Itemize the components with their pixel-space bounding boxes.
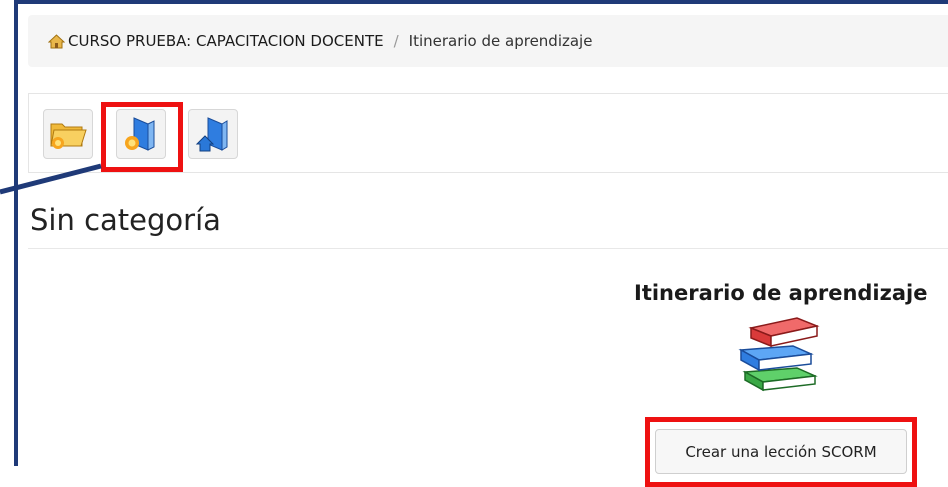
home-icon[interactable] bbox=[48, 33, 65, 49]
new-folder-button[interactable] bbox=[43, 109, 93, 159]
module-title: Itinerario de aprendizaje bbox=[634, 281, 928, 305]
breadcrumb-separator: / bbox=[393, 32, 399, 50]
breadcrumb-current: Itinerario de aprendizaje bbox=[408, 32, 593, 50]
import-page-button[interactable] bbox=[188, 109, 238, 159]
new-page-button[interactable] bbox=[116, 109, 166, 159]
toolbar bbox=[28, 93, 948, 173]
divider bbox=[28, 248, 948, 249]
books-icon bbox=[738, 317, 820, 392]
category-title: Sin categoría bbox=[30, 203, 221, 237]
breadcrumb: CURSO PRUEBA: CAPACITACION DOCENTE / Iti… bbox=[28, 15, 948, 67]
import-page-icon bbox=[195, 117, 228, 152]
new-page-icon bbox=[125, 117, 155, 151]
create-scorm-button[interactable]: Crear una lección SCORM bbox=[655, 429, 907, 474]
breadcrumb-course-link[interactable]: CURSO PRUEBA: CAPACITACION DOCENTE bbox=[68, 32, 384, 50]
new-folder-icon bbox=[50, 123, 87, 149]
